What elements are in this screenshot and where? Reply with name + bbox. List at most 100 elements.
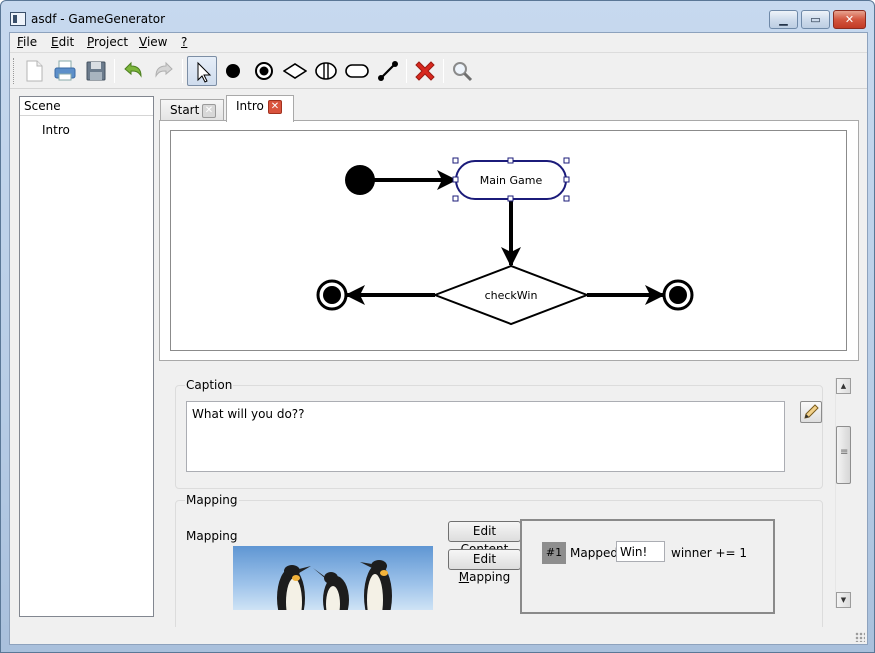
- toolbar-separator: [406, 59, 407, 83]
- close-window-button[interactable]: ✕: [833, 10, 866, 29]
- final-state-icon: [255, 62, 273, 80]
- scene-item-intro[interactable]: Intro: [42, 123, 70, 137]
- app-window: asdf - GameGenerator ▁ ▭ ✕ File Edit Pro…: [0, 0, 875, 653]
- mapping-entry-value-field[interactable]: Win!: [616, 541, 665, 562]
- caption-text-field[interactable]: What will you do??: [186, 401, 785, 472]
- menu-bar: File Edit Project View ?: [10, 33, 867, 53]
- maximize-button[interactable]: ▭: [801, 10, 830, 29]
- mapping-entries-box: #1 Mapped Win! winner += 1: [520, 519, 775, 614]
- final-state-node-left[interactable]: [316, 279, 348, 311]
- scroll-up-arrow-icon[interactable]: ▲: [836, 378, 851, 394]
- diagram-canvas[interactable]: Main Game checkWin: [170, 130, 847, 351]
- save-icon: [86, 61, 106, 81]
- diagram-tab-pane: Main Game checkWin: [159, 120, 859, 361]
- print-icon: [54, 60, 76, 81]
- toolbar-separator: [114, 59, 115, 83]
- final-state-button[interactable]: [249, 56, 279, 86]
- menu-edit-mnemonic: E: [51, 35, 59, 49]
- save-button[interactable]: [81, 56, 111, 86]
- tab-intro[interactable]: Intro ✕: [226, 95, 294, 122]
- transition-icon: [378, 61, 398, 81]
- menu-project-label: roject: [94, 35, 129, 49]
- menu-edit[interactable]: Edit: [51, 35, 74, 49]
- title-bar[interactable]: asdf - GameGenerator ▁ ▭ ✕: [1, 1, 874, 32]
- select-pointer-button[interactable]: [187, 56, 217, 86]
- main-client-area: File Edit Project View ? Scene Intro Sta…: [9, 32, 868, 645]
- penguin-image: [277, 560, 392, 610]
- menu-view[interactable]: View: [139, 35, 167, 49]
- scroll-down-arrow-icon[interactable]: ▼: [836, 592, 851, 608]
- initial-state-button[interactable]: [218, 56, 248, 86]
- zoom-icon: [453, 62, 473, 82]
- window-title: asdf - GameGenerator: [31, 12, 166, 26]
- state-button[interactable]: [342, 56, 372, 86]
- properties-panel: Caption What will you do?? Mapping Mappi…: [175, 376, 824, 640]
- menu-file-label: ile: [23, 35, 38, 49]
- mapping-group-title: Mapping: [185, 493, 239, 507]
- menu-project-mnemonic: P: [87, 35, 95, 49]
- state-node-main-game-label: Main Game: [480, 174, 543, 187]
- tab-intro-label: Intro: [236, 99, 264, 113]
- menu-edit-label: dit: [58, 35, 75, 49]
- zoom-button[interactable]: [447, 56, 477, 86]
- edit-content-button[interactable]: Edit Content: [448, 521, 521, 556]
- print-button[interactable]: [50, 56, 80, 86]
- minimize-icon: ▁: [779, 13, 788, 26]
- menu-file[interactable]: File: [17, 35, 37, 49]
- menu-help[interactable]: ?: [181, 35, 187, 49]
- fork-join-icon: [315, 62, 337, 80]
- new-file-icon: [26, 60, 43, 82]
- scene-tree[interactable]: Scene Intro: [19, 96, 154, 617]
- mapping-image-penguins[interactable]: [233, 546, 433, 610]
- decision-button[interactable]: [280, 56, 310, 86]
- edit-mapping-mnemonic: M: [458, 570, 470, 584]
- toolbar-grip[interactable]: [13, 58, 16, 84]
- caption-group: Caption What will you do??: [175, 378, 823, 489]
- undo-icon: [124, 61, 142, 78]
- toolbar: [10, 53, 867, 89]
- menu-project[interactable]: Project: [87, 35, 128, 49]
- redo-button[interactable]: [149, 56, 179, 86]
- final-state-node-right[interactable]: [662, 279, 694, 311]
- status-bar: [10, 627, 867, 644]
- minimize-button[interactable]: ▁: [769, 10, 798, 29]
- mapping-entry-number: #1: [542, 542, 566, 564]
- toolbar-separator: [443, 59, 444, 83]
- close-icon: ✕: [844, 13, 855, 26]
- mapping-label: Mapping: [186, 529, 238, 543]
- select-pointer-icon: [197, 61, 212, 83]
- scrollbar-thumb[interactable]: [836, 426, 851, 484]
- delete-button[interactable]: [410, 56, 440, 86]
- tab-intro-close-icon[interactable]: ✕: [268, 100, 282, 114]
- fork-join-button[interactable]: [311, 56, 341, 86]
- decision-icon: [283, 63, 307, 79]
- tab-start-label: Start: [170, 103, 200, 117]
- scene-tree-header[interactable]: Scene: [20, 97, 153, 116]
- mapping-entry-action: winner += 1: [671, 546, 748, 560]
- initial-state-icon: [226, 64, 240, 78]
- mapping-group: Mapping Mapping Edit Edit Mapping #1 Map…: [175, 493, 823, 640]
- menu-view-label: iew: [146, 35, 168, 49]
- tab-start[interactable]: Start ✕: [160, 99, 224, 121]
- redo-icon: [155, 61, 173, 78]
- delete-icon: [415, 61, 435, 81]
- initial-state-node[interactable]: [345, 165, 375, 195]
- mapping-entry-status: Mapped: [570, 546, 618, 560]
- transition-button[interactable]: [373, 56, 403, 86]
- edit-caption-button[interactable]: [800, 401, 822, 423]
- pencil-icon: [804, 404, 819, 419]
- undo-button[interactable]: [118, 56, 148, 86]
- new-file-button[interactable]: [19, 56, 49, 86]
- maximize-icon: ▭: [810, 13, 821, 26]
- edit-mapping-button[interactable]: Edit Mapping: [448, 549, 521, 584]
- state-diagram[interactable]: Main Game checkWin: [171, 131, 846, 350]
- tab-start-close-icon[interactable]: ✕: [202, 104, 216, 118]
- menu-view-mnemonic: V: [139, 35, 147, 49]
- menu-help-mnemonic: ?: [181, 35, 188, 49]
- resize-grip[interactable]: [855, 632, 865, 642]
- caption-group-title: Caption: [185, 378, 234, 392]
- app-icon: [10, 12, 26, 26]
- properties-scrollbar[interactable]: ▲ ▼: [835, 378, 851, 608]
- decision-node-checkwin-label: checkWin: [485, 289, 538, 302]
- state-icon: [345, 64, 369, 78]
